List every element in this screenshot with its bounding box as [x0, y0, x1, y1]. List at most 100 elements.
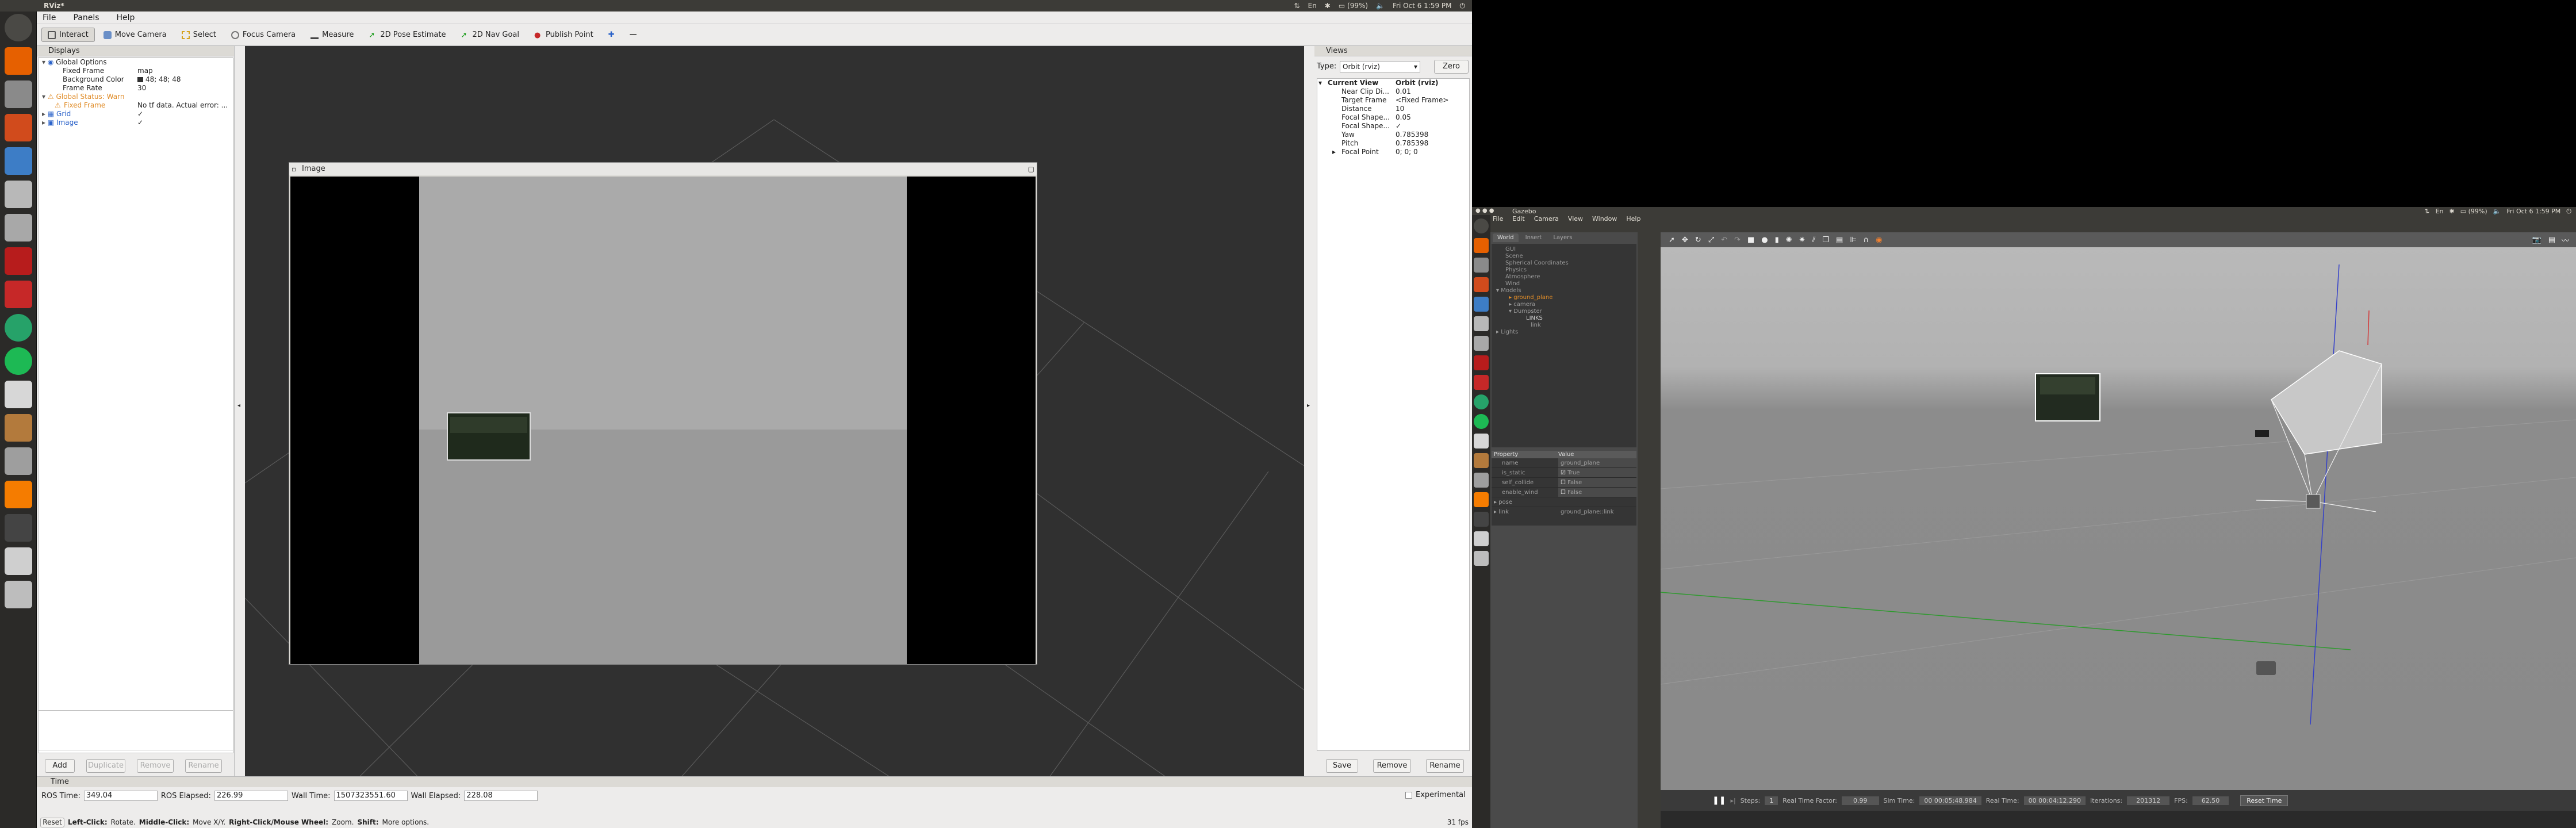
translate-mode-icon[interactable]: ✥: [1682, 236, 1688, 244]
battery-icon[interactable]: ▭ (99%): [1339, 2, 1368, 10]
gz-menu-edit[interactable]: Edit: [1512, 215, 1524, 223]
tree-scene[interactable]: Scene: [1492, 253, 1636, 260]
menu-file[interactable]: File: [43, 13, 56, 22]
display-row-grid[interactable]: ▸ ▦ Grid ✓: [39, 110, 233, 118]
rename-view-button[interactable]: Rename: [1426, 759, 1464, 773]
row-value[interactable]: 0.05: [1396, 113, 1411, 122]
vlc-icon[interactable]: [5, 481, 32, 508]
view-row-current[interactable]: ▾ Current View Orbit (rviz): [1317, 79, 1469, 87]
spotify-icon[interactable]: [5, 347, 32, 375]
undo-icon[interactable]: ↶: [1721, 236, 1727, 244]
firefox-icon[interactable]: [5, 47, 32, 75]
save-view-button[interactable]: Save: [1326, 759, 1358, 773]
view-row-focal-shape-size[interactable]: Focal Shape... 0.05: [1317, 113, 1469, 122]
row-value[interactable]: map: [137, 67, 153, 75]
tree-links[interactable]: LINKS: [1492, 315, 1636, 322]
network-icon[interactable]: ⇅: [1294, 2, 1300, 10]
remove-view-button[interactable]: Remove: [1373, 759, 1411, 773]
plot-icon[interactable]: 〰: [2562, 235, 2569, 246]
tree-wind[interactable]: Wind: [1492, 281, 1636, 288]
display-row-background-color[interactable]: Background Color 48; 48; 48: [39, 75, 233, 84]
float-window-icon[interactable]: ▢: [1028, 163, 1034, 175]
box-shape-icon[interactable]: ■: [1747, 236, 1754, 244]
prop-row-name[interactable]: name ground_plane: [1492, 458, 1636, 468]
row-value[interactable]: 48; 48; 48: [145, 75, 181, 84]
wall-time-field[interactable]: 1507323551.60: [334, 791, 408, 801]
tree-dumpster[interactable]: ▾ Dumpster: [1492, 308, 1636, 315]
tree-gui[interactable]: GUI: [1492, 246, 1636, 253]
scale-mode-icon[interactable]: ⤢: [1708, 236, 1714, 244]
display-row-global-options[interactable]: ▾ ◉ Global Options: [39, 58, 233, 67]
gazebo-app-icon[interactable]: [1474, 336, 1489, 351]
tool-select[interactable]: Select: [175, 28, 223, 42]
row-value[interactable]: 0; 0; 0: [1396, 148, 1418, 156]
update-icon[interactable]: [1474, 394, 1489, 409]
tool-2d-pose-estimate[interactable]: ➚ 2D Pose Estimate: [362, 28, 452, 42]
view-row-focal-point[interactable]: ▸ Focal Point 0; 0; 0: [1317, 148, 1469, 156]
color-swatch[interactable]: [137, 77, 143, 82]
copy-icon[interactable]: ❐: [1822, 236, 1829, 244]
reset-button[interactable]: Reset: [40, 817, 64, 827]
wall-elapsed-field[interactable]: 228.08: [464, 791, 538, 801]
row-value[interactable]: 0.01: [1396, 87, 1411, 96]
menu-panels[interactable]: Panels: [73, 13, 99, 22]
network-icon[interactable]: ⇅: [2424, 208, 2429, 216]
tool-2d-nav-goal[interactable]: ➚ 2D Nav Goal: [454, 28, 526, 42]
keyboard-icon[interactable]: En: [1308, 2, 1317, 10]
spot-light-icon[interactable]: ✷: [1799, 236, 1805, 244]
view-row-distance[interactable]: Distance 10: [1317, 105, 1469, 113]
view-row-near-clip[interactable]: Near Clip Di... 0.01: [1317, 87, 1469, 96]
remove-display-button[interactable]: Remove: [137, 759, 174, 773]
tree-lights[interactable]: ▸ Lights: [1492, 329, 1636, 336]
prop-value[interactable]: ☑ True: [1558, 468, 1636, 477]
system-icon[interactable]: [1474, 297, 1489, 312]
gz-menu-camera[interactable]: Camera: [1534, 215, 1559, 223]
display-row-frame-rate[interactable]: Frame Rate 30: [39, 84, 233, 93]
prop-row-pose[interactable]: ▸ pose: [1492, 497, 1636, 507]
add-display-button[interactable]: Add: [45, 759, 75, 773]
workspace-icon[interactable]: [1474, 531, 1489, 546]
volume-icon[interactable]: 🔈: [1376, 2, 1385, 10]
snap-icon[interactable]: ∩: [1864, 236, 1869, 244]
row-value[interactable]: 30: [137, 84, 146, 93]
step-icon[interactable]: ▸|: [1730, 797, 1735, 804]
display-row-status-fixed-frame[interactable]: ⚠ Fixed Frame No tf data. Actual error: ..…: [39, 101, 233, 110]
redo-icon[interactable]: ↷: [1734, 236, 1741, 244]
rotate-mode-icon[interactable]: ↻: [1695, 236, 1701, 244]
terminal-red-2-icon[interactable]: [5, 281, 32, 308]
view-row-focal-shape-fixed[interactable]: Focal Shape... ✓: [1317, 122, 1469, 131]
prop-value[interactable]: ☐ False: [1558, 488, 1636, 497]
tree-link[interactable]: link: [1492, 322, 1636, 329]
system-icon[interactable]: [5, 147, 32, 175]
select-mode-icon[interactable]: ➚: [1669, 236, 1675, 244]
gz-tab-world[interactable]: World: [1493, 233, 1519, 242]
reset-time-button[interactable]: Reset Time: [2240, 795, 2288, 806]
sphere-shape-icon[interactable]: ●: [1761, 236, 1768, 244]
blender-icon[interactable]: [1474, 277, 1489, 292]
terminal-red-2-icon[interactable]: [1474, 375, 1489, 390]
paste-icon[interactable]: ▤: [1836, 236, 1843, 244]
dash-icon[interactable]: [5, 14, 32, 41]
tool-move-camera[interactable]: Move Camera: [97, 28, 173, 42]
dash-icon[interactable]: [1474, 218, 1489, 233]
enable-checkbox[interactable]: ✓: [137, 118, 143, 127]
workspace-icon[interactable]: [5, 547, 32, 575]
ros-time-field[interactable]: 349.04: [83, 791, 158, 801]
rviz-app-icon[interactable]: [1474, 316, 1489, 331]
checkbox-unchecked[interactable]: ☐: [1561, 489, 1566, 496]
terminal-red-icon[interactable]: [5, 247, 32, 275]
view-type-select[interactable]: Orbit (rviz) ▾: [1340, 61, 1420, 72]
trash-icon[interactable]: [1474, 551, 1489, 566]
enable-checkbox[interactable]: ✓: [137, 110, 143, 118]
window-controls[interactable]: ● ● ●: [1475, 208, 1494, 214]
rviz-launcher-icon[interactable]: [1474, 473, 1489, 488]
view-row-yaw[interactable]: Yaw 0.785398: [1317, 131, 1469, 139]
gz-menu-help[interactable]: Help: [1626, 215, 1640, 223]
tree-atmosphere[interactable]: Atmosphere: [1492, 274, 1636, 281]
gazebo-3d-scene[interactable]: [1661, 247, 2576, 790]
row-value[interactable]: 0.785398: [1396, 131, 1428, 139]
tool-remove-button[interactable]: —: [623, 28, 643, 42]
collapse-left-icon[interactable]: ◂: [237, 402, 240, 409]
battery-icon[interactable]: ▭ (99%): [2460, 208, 2487, 216]
tree-ground-plane[interactable]: ▸ ground_plane: [1492, 294, 1636, 301]
